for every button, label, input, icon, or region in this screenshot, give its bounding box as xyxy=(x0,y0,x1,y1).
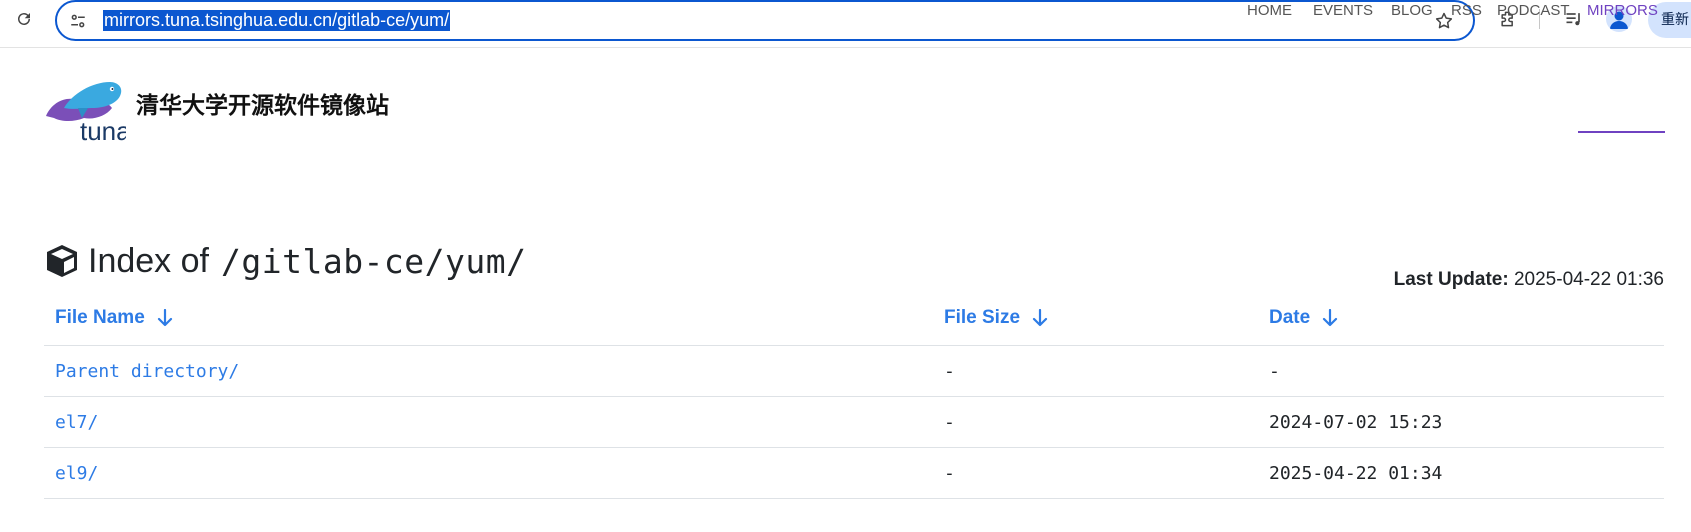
tuna-logo[interactable]: tuna xyxy=(44,78,131,146)
nav-mirrors[interactable]: MIRRORS xyxy=(1587,0,1658,22)
column-label[interactable]: File Name xyxy=(55,306,145,330)
file-size: - xyxy=(944,412,955,433)
file-size: - xyxy=(944,463,955,484)
file-date: 2025-04-22 01:34 xyxy=(1269,463,1443,484)
site-settings-icon[interactable] xyxy=(67,10,89,32)
url-text[interactable]: mirrors.tuna.tsinghua.edu.cn/gitlab-ce/y… xyxy=(103,10,451,31)
nav-events[interactable]: EVENTS xyxy=(1313,0,1373,22)
nav-active-indicator xyxy=(1578,131,1665,133)
last-update-value: 2025-04-22 01:36 xyxy=(1513,269,1664,290)
row-divider xyxy=(44,345,1664,346)
file-link-el7[interactable]: el7/ xyxy=(55,412,98,434)
file-size: - xyxy=(944,361,955,382)
title-prefix: Index of xyxy=(88,241,209,280)
arrow-down-icon[interactable] xyxy=(157,309,173,327)
title-path: /gitlab-ce/yum/ xyxy=(220,241,527,281)
nav-rss[interactable]: RSS xyxy=(1451,0,1482,22)
row-divider xyxy=(44,447,1664,448)
file-link-parent-directory[interactable]: Parent directory/ xyxy=(55,361,239,383)
logo-text: tuna xyxy=(80,116,126,142)
column-label[interactable]: Date xyxy=(1269,306,1310,330)
page-title: Index of /gitlab-ce/yum/ xyxy=(44,240,527,282)
column-label[interactable]: File Size xyxy=(944,306,1020,330)
site-title[interactable]: 清华大学开源软件镜像站 xyxy=(136,91,389,121)
arrow-down-icon[interactable] xyxy=(1032,309,1048,327)
column-header-file-name[interactable]: File Name xyxy=(55,306,173,330)
last-update-label: Last Update: xyxy=(1393,269,1509,290)
package-box-icon xyxy=(47,245,77,277)
column-header-file-size[interactable]: File Size xyxy=(944,306,1048,330)
nav-podcast[interactable]: PODCAST xyxy=(1497,0,1570,22)
arrow-down-icon[interactable] xyxy=(1322,309,1338,327)
nav-blog[interactable]: BLOG xyxy=(1391,0,1433,22)
file-date: 2024-07-02 15:23 xyxy=(1269,412,1443,433)
last-update: Last Update: 2025-04-22 01:36 xyxy=(1394,268,1664,292)
file-date: - xyxy=(1269,361,1280,382)
nav-home[interactable]: HOME xyxy=(1247,0,1292,22)
browser-toolbar: mirrors.tuna.tsinghua.edu.cn/gitlab-ce/y… xyxy=(0,0,1691,48)
column-header-date[interactable]: Date xyxy=(1269,306,1338,330)
file-link-el9[interactable]: el9/ xyxy=(55,463,98,485)
row-divider xyxy=(44,498,1664,499)
row-divider xyxy=(44,396,1664,397)
reload-icon[interactable] xyxy=(12,7,36,31)
